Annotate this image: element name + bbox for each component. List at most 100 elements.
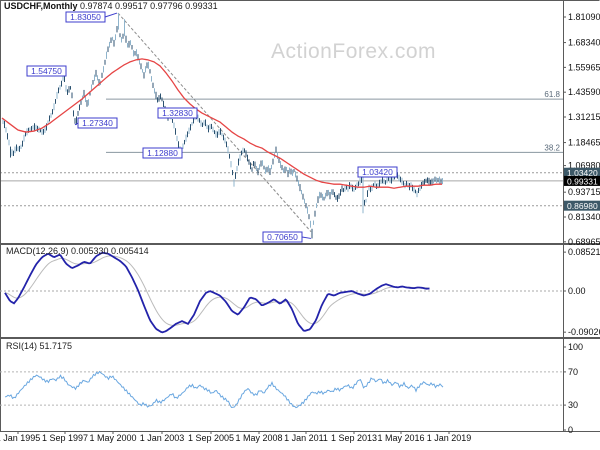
candle-bar [17, 146, 19, 152]
candle-bar [310, 220, 311, 228]
rsi-indicator-label: RSI(14) 51.7175 [6, 341, 73, 351]
candle-bar [221, 132, 223, 137]
candle-bar [284, 166, 286, 173]
candle-bar [128, 40, 130, 48]
candle-bar [319, 191, 320, 199]
date-label: 1 May 2000 [89, 433, 136, 443]
price-callout-label: 1.27340 [82, 118, 113, 128]
candle-bar [209, 123, 211, 130]
candle-bar [307, 206, 308, 214]
candle-bar [86, 100, 88, 107]
candle-bar [220, 128, 221, 135]
candle-bar [119, 33, 121, 38]
candle-bar [37, 125, 38, 132]
candle-bar [260, 160, 262, 167]
candle-bar [308, 214, 310, 220]
candle-bar [11, 149, 13, 156]
candle-bar [289, 167, 290, 174]
candle-bar [298, 180, 299, 187]
candle-bar [145, 66, 146, 73]
candle-bar [301, 189, 302, 195]
candle-bar [332, 189, 334, 195]
rsi-axis-label: 100 [568, 342, 583, 352]
candle-bar [49, 115, 50, 122]
axis-price-label: 1.81090 [568, 12, 600, 22]
candle-bar [184, 139, 185, 145]
candle-bar [356, 182, 358, 189]
candle-bar [154, 88, 155, 94]
candle-bar [143, 72, 145, 79]
candle-bar [70, 86, 71, 90]
candle-bar [151, 76, 152, 82]
axis-price-label: 0.81340 [568, 212, 600, 222]
callout-line [104, 12, 118, 18]
candle-bar [224, 137, 226, 144]
candle-bar [254, 161, 256, 168]
candle-bar [106, 51, 107, 59]
candle-bar [200, 120, 202, 127]
candle-bar [316, 203, 317, 208]
candle-bar [347, 185, 349, 192]
axis-price-label: 1.68340 [568, 38, 600, 48]
candle-bar [280, 161, 281, 169]
candle-bar [380, 179, 382, 184]
candle-bar [197, 114, 199, 122]
candle-bar [58, 87, 59, 94]
candle-bar [277, 152, 278, 159]
symbol-timeframe-label: USDCHF,Monthly [4, 1, 78, 11]
downtrend-line [117, 12, 312, 233]
candle-bar [8, 139, 10, 146]
candle-bar [334, 192, 335, 198]
candle-bar [202, 122, 203, 127]
fib-level-label: 61.8 [544, 90, 560, 99]
candle-bar [161, 97, 163, 102]
candle-bar [290, 168, 292, 175]
candle-bar [322, 193, 323, 201]
candle-bar [353, 187, 355, 192]
candle-bar [418, 187, 419, 194]
candle-bar [149, 69, 151, 74]
fib-level-label: 38.2 [544, 143, 560, 152]
candle-bar [391, 177, 392, 184]
candle-bar [232, 170, 233, 176]
candle-bar [206, 124, 208, 130]
candle-bar [173, 122, 175, 129]
candle-bar [251, 167, 253, 172]
candle-bar [212, 126, 214, 133]
candle-bar [203, 120, 205, 126]
candle-bar [362, 174, 364, 214]
candle-bar [425, 178, 427, 183]
candle-bar [401, 177, 403, 185]
candle-bar [383, 178, 385, 184]
candle-bar [104, 59, 106, 65]
candle-bar [116, 26, 118, 33]
candle-bar [424, 178, 425, 186]
price-badge-label: 0.86980 [567, 201, 598, 211]
candle-bar [190, 124, 191, 131]
date-label: 1 Sep 1997 [42, 433, 88, 443]
date-label: 1 Sep 2013 [331, 433, 377, 443]
candle-bar [371, 184, 373, 192]
candle-bar [358, 181, 359, 187]
ohlc-values: 0.97874 0.99517 0.97796 0.99331 [80, 1, 218, 11]
candle-bar [191, 122, 193, 126]
candle-bar [65, 85, 67, 92]
candle-bar [121, 36, 122, 43]
price-callout-label: 1.83050 [70, 12, 101, 22]
candle-bar [434, 176, 436, 182]
candle-bar [101, 72, 103, 78]
candle-bar [283, 168, 284, 173]
candle-bar [415, 189, 416, 194]
candle-bar [410, 182, 412, 188]
candle-bar [376, 183, 377, 189]
candle-bar [233, 179, 235, 187]
candle-bar [16, 144, 17, 152]
candle-bar [305, 203, 307, 209]
candle-bar [134, 51, 136, 56]
date-label: 1 Jan 2003 [140, 433, 185, 443]
candle-bar [19, 145, 20, 152]
candle-bar [227, 146, 229, 154]
candle-bar [230, 161, 232, 168]
candle-bar [41, 128, 43, 135]
candle-bar [365, 198, 367, 203]
